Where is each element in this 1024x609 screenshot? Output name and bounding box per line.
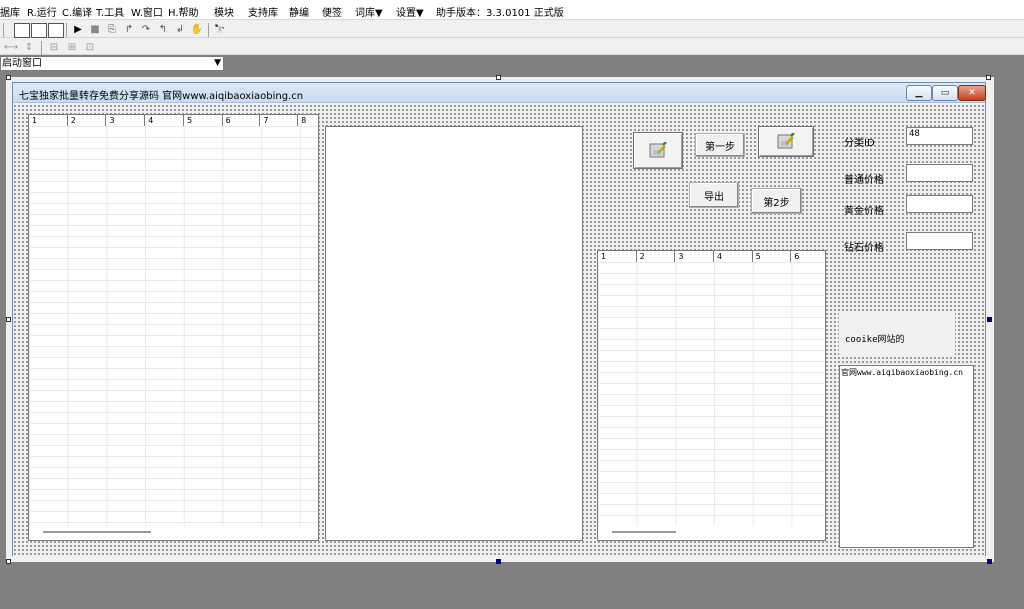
center-vertical-icon[interactable]: ⊞ <box>65 41 79 54</box>
layout-two-icon[interactable] <box>31 23 47 38</box>
step-over-icon[interactable]: ↷ <box>139 23 153 36</box>
chevron-down-icon[interactable]: ▼ <box>214 57 221 70</box>
horizontal-scrollbar[interactable] <box>29 526 318 540</box>
resize-handle[interactable] <box>6 559 11 564</box>
grid-column-header[interactable]: 1 <box>598 251 637 262</box>
grid-column-header[interactable]: 3 <box>675 251 714 262</box>
center-horizontal-icon[interactable]: ⊟ <box>47 41 61 54</box>
menu-tools[interactable]: T.工具 <box>96 4 124 19</box>
normal-price-field[interactable] <box>906 164 973 182</box>
scrollbar-thumb[interactable] <box>43 531 151 533</box>
grid-column-header[interactable]: 2 <box>68 115 107 126</box>
menu-help[interactable]: H.帮助 <box>168 4 199 19</box>
toolbar-separator <box>3 23 4 37</box>
menu-notes[interactable]: 便签 <box>322 4 342 19</box>
scrollbar-thumb[interactable] <box>612 531 676 533</box>
diamond-price-label: 钻石价格 <box>844 243 884 254</box>
grid-column-header[interactable]: 6 <box>223 115 261 126</box>
align-vertical-icon[interactable]: ⇕ <box>22 41 36 54</box>
category-id-label: 分类ID <box>844 138 875 149</box>
grid-column-header[interactable]: 3 <box>106 115 146 126</box>
menu-bar: 据库 R.运行 C.编译 T.工具 W.窗口 H.帮助 模块 支持库 静编 便签… <box>0 0 1024 20</box>
resize-handle[interactable] <box>496 75 501 80</box>
middle-blank-panel[interactable] <box>325 126 583 541</box>
resize-handle[interactable] <box>496 559 501 564</box>
cookie-label-panel: cooike网站的 <box>839 312 955 357</box>
step-into-icon[interactable]: ↱ <box>122 23 136 36</box>
cookie-textarea[interactable]: 官网www.aiqibaoxiaobing.cn <box>839 365 974 548</box>
toolbar-separator <box>41 41 42 55</box>
layout-three-icon[interactable] <box>48 23 64 38</box>
window-selector-value: 启动窗口 <box>2 58 42 69</box>
align-toolbar: ⟷ ⇕ ⊟ ⊞ ⊡ <box>0 38 1024 55</box>
grid-column-header[interactable]: 5 <box>753 251 792 262</box>
menu-module[interactable]: 模块 <box>214 4 234 19</box>
menu-database[interactable]: 据库 <box>0 4 20 19</box>
menu-run[interactable]: R.运行 <box>27 4 57 19</box>
grid-column-header[interactable]: 7 <box>260 115 299 126</box>
grid-column-header[interactable]: 5 <box>184 115 223 126</box>
cookie-label: cooike网站的 <box>845 335 905 345</box>
grid-body[interactable] <box>29 126 318 526</box>
menu-window[interactable]: W.窗口 <box>131 4 163 19</box>
step-one-button[interactable]: 第一步 <box>695 133 745 157</box>
form-client-area: 1 2 3 4 5 6 7 8 第一步 导出 第2步 1 2 3 4 5 6 分… <box>13 104 985 556</box>
step-icon[interactable]: ⎘ <box>105 23 119 36</box>
layout-one-icon[interactable] <box>14 23 30 38</box>
grid-column-header[interactable]: 4 <box>714 251 753 262</box>
assistant-version: 助手版本：3.3.0101 正式版 <box>436 8 564 19</box>
diamond-price-field[interactable] <box>906 232 973 250</box>
resize-handle[interactable] <box>6 75 11 80</box>
gold-price-label: 黄金价格 <box>844 206 884 217</box>
grid-column-header[interactable]: 1 <box>29 115 68 126</box>
menu-compile[interactable]: C.编译 <box>62 4 92 19</box>
stop-icon[interactable]: ■ <box>88 23 102 36</box>
menu-support-lib[interactable]: 支持库 <box>248 4 278 19</box>
maximize-icon[interactable]: ▭ <box>932 85 958 101</box>
image-button-1[interactable] <box>633 132 683 169</box>
resize-handle[interactable] <box>986 75 991 80</box>
form-window[interactable]: 七宝独家批量转存免费分享源码 官网www.aiqibaoxiaobing.cn … <box>12 82 986 556</box>
step-out-icon[interactable]: ↰ <box>156 23 170 36</box>
edit-image-icon <box>649 141 667 157</box>
center-both-icon[interactable]: ⊡ <box>83 41 97 54</box>
minimize-icon[interactable]: ▁ <box>906 85 932 101</box>
menu-settings[interactable]: 设置▼ <box>396 4 424 19</box>
resize-handle[interactable] <box>987 317 992 322</box>
left-data-grid[interactable]: 1 2 3 4 5 6 7 8 <box>28 114 319 541</box>
grid-body[interactable] <box>598 262 825 526</box>
horizontal-scrollbar[interactable] <box>598 526 825 540</box>
run-icon[interactable]: ▶ <box>71 23 85 36</box>
grid-column-header[interactable]: 8 <box>298 115 318 126</box>
resize-handle[interactable] <box>6 317 11 322</box>
form-title: 七宝独家批量转存免费分享源码 官网www.aiqibaoxiaobing.cn <box>19 91 304 102</box>
menu-static-edit[interactable]: 静编 <box>289 4 309 19</box>
step-two-button[interactable]: 第2步 <box>751 188 802 214</box>
right-data-grid[interactable]: 1 2 3 4 5 6 <box>597 250 826 541</box>
hand-icon[interactable]: ✋ <box>190 23 204 36</box>
grid-column-header[interactable]: 4 <box>145 115 184 126</box>
run-to-cursor-icon[interactable]: ↲ <box>173 23 187 36</box>
normal-price-label: 普通价格 <box>844 175 884 186</box>
gold-price-field[interactable] <box>906 195 973 213</box>
grid-column-header[interactable]: 6 <box>791 251 825 262</box>
menu-lexicon[interactable]: 词库▼ <box>355 4 383 19</box>
form-titlebar: 七宝独家批量转存免费分享源码 官网www.aiqibaoxiaobing.cn … <box>13 83 986 103</box>
close-icon[interactable]: ✕ <box>958 85 986 101</box>
main-toolbar: ▶ ■ ⎘ ↱ ↷ ↰ ↲ ✋ 🔭 <box>0 20 1024 38</box>
window-selector-combo[interactable]: 启动窗口 ▼ <box>0 56 224 71</box>
category-id-field[interactable]: 48 <box>906 127 973 145</box>
image-button-2[interactable] <box>758 126 814 157</box>
export-button[interactable]: 导出 <box>689 182 739 208</box>
toolbar-separator <box>208 23 209 37</box>
toolbar-separator <box>66 23 67 37</box>
grid-column-header[interactable]: 2 <box>637 251 676 262</box>
find-icon[interactable]: 🔭 <box>213 23 227 36</box>
edit-image-icon <box>777 132 795 148</box>
align-horizontal-icon[interactable]: ⟷ <box>4 41 18 54</box>
resize-handle[interactable] <box>987 559 992 564</box>
